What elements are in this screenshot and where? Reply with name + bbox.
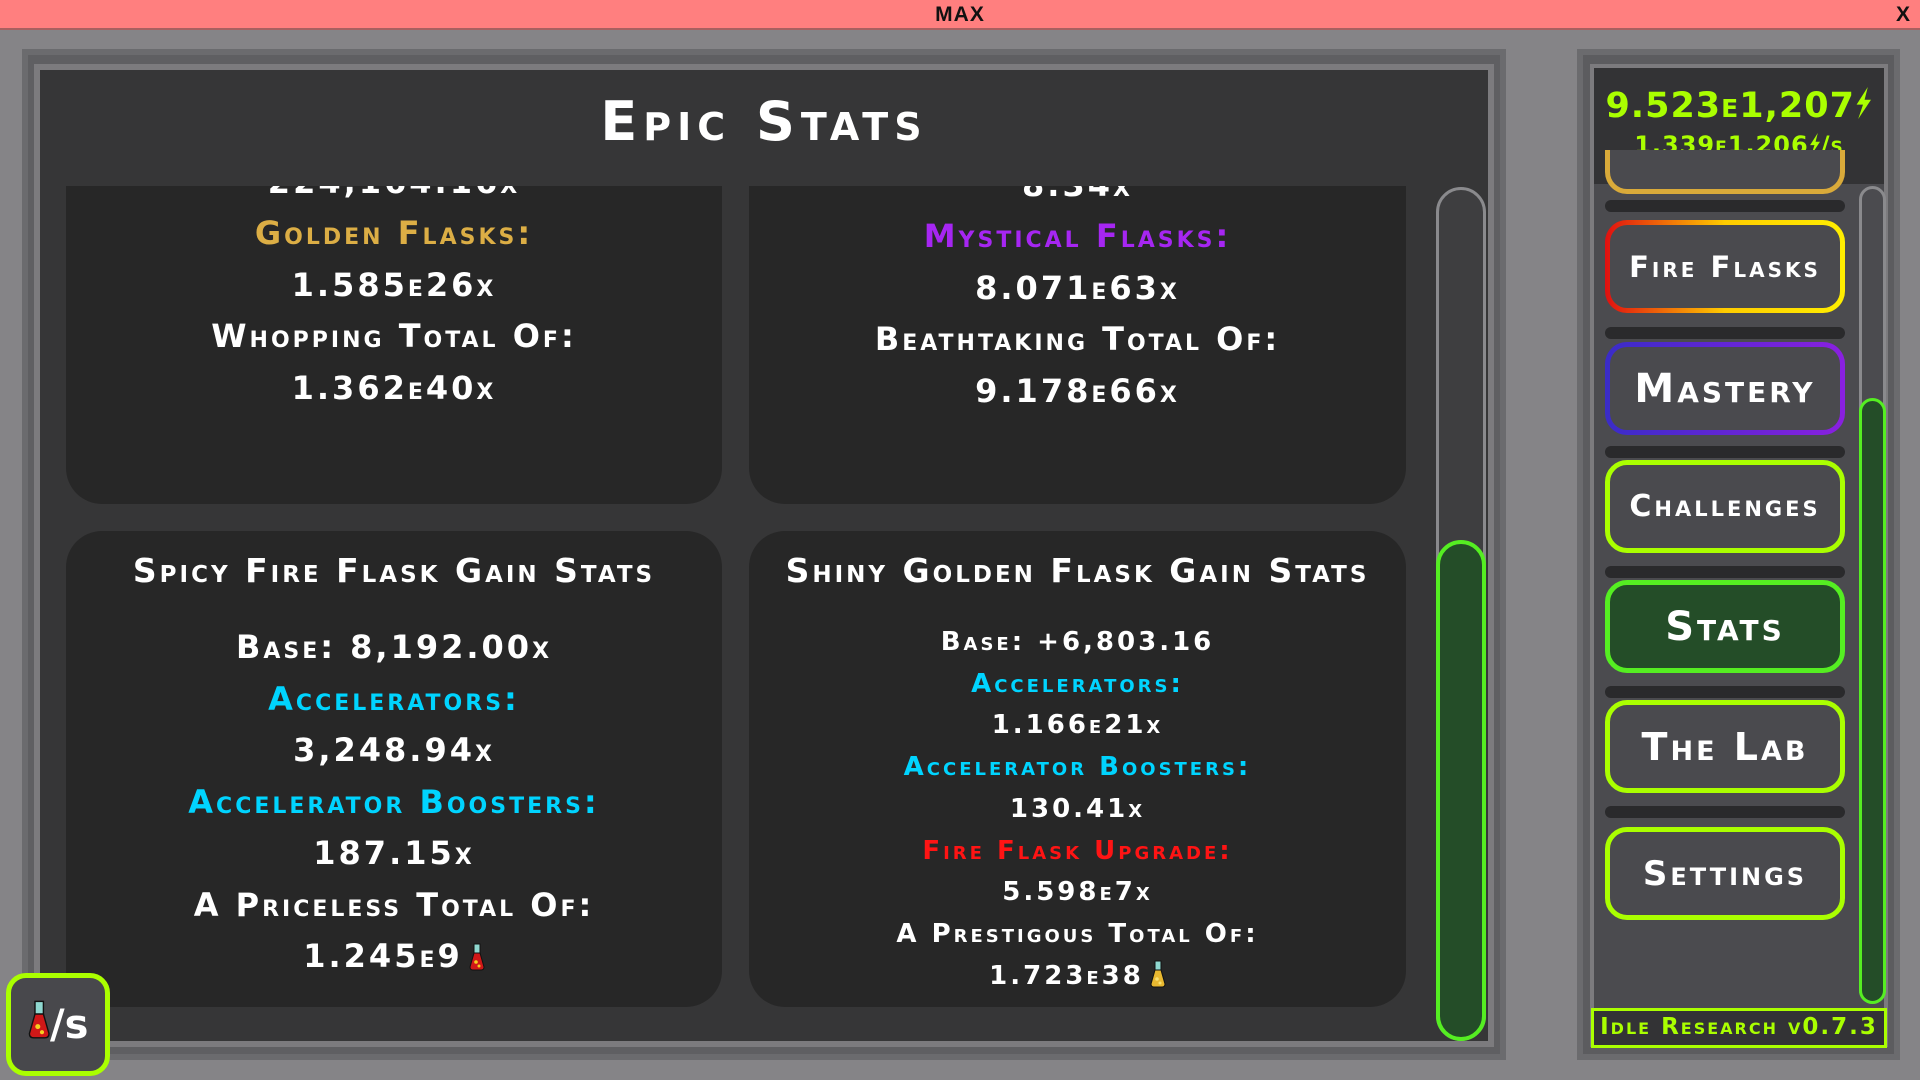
stat-value: 1.245e9 xyxy=(66,936,722,976)
stat-value: Beathtaking Total Of: xyxy=(749,319,1406,359)
stat-value: Base: 8,192.00x xyxy=(66,627,722,667)
stat-text: 8.071e63x xyxy=(975,268,1180,307)
nav-divider xyxy=(1605,566,1845,578)
stat-value: 1.585e26x xyxy=(66,265,722,305)
stat-value: 1.166e21x xyxy=(749,705,1406,745)
golden-flask-icon xyxy=(1150,960,1166,1000)
nav-divider xyxy=(1605,806,1845,818)
stat-value: 3,248.94x xyxy=(66,730,722,770)
stats-card-top-left: Flask Accelerators:224,164.16xGolden Fla… xyxy=(66,186,722,504)
stat-text: Beathtaking Total Of: xyxy=(874,320,1281,358)
stat-text: 1.245e9 xyxy=(303,937,463,975)
stat-text: 1.585e26x xyxy=(291,265,497,304)
stat-text: Accelerators: xyxy=(268,679,520,718)
nav-divider xyxy=(1605,200,1845,212)
stat-text: Whopping Total Of: xyxy=(211,317,577,355)
stat-text: Accelerators: xyxy=(971,668,1184,699)
stat-label: Fire Flask Upgrade: xyxy=(749,831,1406,871)
fire-flask-icon xyxy=(28,1000,50,1049)
nav-button-stats[interactable]: Stats xyxy=(1605,580,1845,673)
stat-text: Golden Flasks: xyxy=(254,214,534,252)
stat-text: 5.598e7x xyxy=(1002,877,1153,908)
stat-label: Golden Flasks: xyxy=(66,213,722,253)
stat-value: 1.362e40x xyxy=(66,368,722,408)
stat-value: 224,164.16x xyxy=(66,186,722,202)
stat-value: 8.071e63x xyxy=(749,268,1406,308)
stat-text: Mystical Flasks: xyxy=(923,217,1232,255)
nav-button-mastery[interactable]: Mastery xyxy=(1605,342,1845,435)
stats-card-bottom-left: Spicy Fire Flask Gain Stats Base: 8,192.0… xyxy=(66,531,722,1007)
stat-text: 187.15x xyxy=(313,834,475,872)
stat-label: Accelerators: xyxy=(66,679,722,719)
stats-scrollbar-thumb[interactable] xyxy=(1436,540,1486,1041)
fire-flask-icon xyxy=(469,940,485,980)
stat-label: Accelerator Boosters: xyxy=(749,747,1406,787)
stats-card-top-right: Accelerator Boosters:8.34xMystical Flask… xyxy=(749,186,1406,504)
stats-scroll-area[interactable]: Flask Accelerators:224,164.16xGolden Fla… xyxy=(40,186,1420,1047)
stat-text: 8.34x xyxy=(1022,186,1133,204)
energy-amount: 9.523e1,207 xyxy=(1594,86,1884,126)
stat-value: 8.34x xyxy=(749,186,1406,205)
stat-text: Base: +6,803.16 xyxy=(940,627,1215,657)
stat-text: 1.723e38 xyxy=(989,960,1144,991)
stat-value: A Prestigous Total Of: xyxy=(749,914,1406,954)
sidebar-scrollbar-thumb[interactable] xyxy=(1859,398,1886,1004)
page-title: Epic Stats xyxy=(600,90,928,153)
stat-text: Accelerator Boosters: xyxy=(188,782,600,821)
energy-amount-value: 9.523e1,207 xyxy=(1605,86,1855,126)
stat-text: 9.178e66x xyxy=(975,371,1180,410)
stat-value: 130.41x xyxy=(749,789,1406,829)
version-label: Idle Research v0.7.3 xyxy=(1591,1008,1887,1048)
stat-text: Fire Flask Upgrade: xyxy=(922,835,1233,866)
nav-button-settings[interactable]: Settings xyxy=(1605,827,1845,920)
stat-value: Whopping Total Of: xyxy=(66,316,722,356)
stat-text: 1.166e21x xyxy=(991,710,1164,741)
stat-text: A Priceless Total Of: xyxy=(193,885,595,924)
stat-label: Accelerator Boosters: xyxy=(66,782,722,822)
stat-value: 187.15x xyxy=(66,833,722,873)
stat-label: Mystical Flasks: xyxy=(749,216,1406,256)
window-title: MAX xyxy=(935,3,985,26)
stat-text: 3,248.94x xyxy=(293,731,495,769)
close-button[interactable]: X xyxy=(1896,3,1910,27)
flask-rate-button[interactable]: /s xyxy=(6,973,110,1076)
nav-button-challenges[interactable]: Challenges xyxy=(1605,460,1845,553)
card-title: Shiny Golden Flask Gain Stats xyxy=(785,551,1370,590)
stat-text: 224,164.16x xyxy=(268,186,520,201)
stat-text: A Prestigous Total Of: xyxy=(896,918,1259,949)
stat-text: Base: 8,192.00x xyxy=(235,628,553,666)
nav-button-the-lab[interactable]: The Lab xyxy=(1605,700,1845,793)
stat-value: Base: +6,803.16 xyxy=(749,622,1406,662)
stat-value: 9.178e66x xyxy=(749,371,1406,411)
nav-divider xyxy=(1605,686,1845,698)
nav-button-fire-flasks[interactable]: Fire Flasks xyxy=(1605,220,1845,313)
title-bar: MAX X xyxy=(0,0,1920,30)
stat-value: A Priceless Total Of: xyxy=(66,885,722,925)
stat-text: 130.41x xyxy=(1009,793,1146,824)
card-title: Spicy Fire Flask Gain Stats xyxy=(132,551,656,590)
lightning-icon xyxy=(1855,86,1873,126)
nav-divider xyxy=(1605,446,1845,458)
nav-divider xyxy=(1605,327,1845,339)
nav-button-partial[interactable] xyxy=(1605,150,1845,194)
stats-card-bottom-right: Shiny Golden Flask Gain Stats Base: +6,80… xyxy=(749,531,1406,1007)
stat-label: Accelerators: xyxy=(749,664,1406,704)
stat-text: Accelerator Boosters: xyxy=(903,752,1252,783)
rate-button-label: /s xyxy=(49,1001,89,1048)
stat-text: 1.362e40x xyxy=(291,368,497,407)
stat-value: 5.598e7x xyxy=(749,872,1406,912)
stat-value: 1.723e38 xyxy=(749,956,1406,996)
